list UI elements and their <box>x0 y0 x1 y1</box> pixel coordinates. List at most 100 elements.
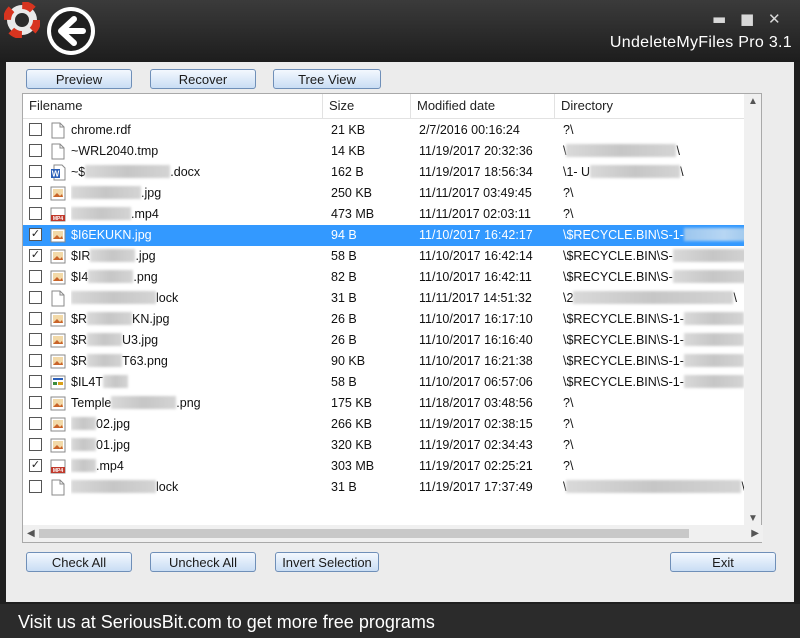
filename-text: Temple <box>71 396 112 410</box>
maximize-icon[interactable]: ■ <box>740 10 754 28</box>
image-file-icon <box>50 353 66 370</box>
horizontal-scroll-thumb[interactable] <box>39 529 689 538</box>
horizontal-scrollbar[interactable]: ◀ ▶ <box>23 525 763 542</box>
invert-selection-button[interactable]: Invert Selection <box>275 552 379 572</box>
directory-cell: \1- U \ <box>563 162 758 183</box>
scroll-up-icon[interactable]: ▲ <box>748 96 758 107</box>
image-file-icon <box>50 332 66 349</box>
table-row[interactable]: $I4 .png 82 B 11/10/2017 16:42:11 \$RECYCLE.… <box>23 267 758 288</box>
size-cell: 14 KB <box>331 144 366 158</box>
file-list[interactable]: Filename Size Modified date Directory ch… <box>22 93 763 543</box>
table-row[interactable]: 02.jpg 266 KB 11/19/2017 02:38:15 ?\ <box>23 414 758 435</box>
check-all-button[interactable]: Check All <box>26 552 132 572</box>
scroll-right-icon[interactable]: ▶ <box>751 528 759 539</box>
generic-file-icon <box>50 143 66 160</box>
directory-cell: \\ <box>563 141 758 162</box>
row-checkbox[interactable] <box>29 312 42 325</box>
table-row[interactable]: MP4 .mp4 473 MB 11/11/2017 02:03:11 ?\ <box>23 204 758 225</box>
table-row[interactable]: lock 31 B 11/11/2017 14:51:32 \2 \ <box>23 288 758 309</box>
row-checkbox[interactable] <box>29 291 42 304</box>
minimize-icon[interactable]: ▬ <box>712 10 726 28</box>
filename-cell: $R KN.jpg <box>71 309 321 330</box>
redacted-text <box>71 417 96 430</box>
redacted-text <box>86 333 122 346</box>
table-row[interactable]: ✓ $IR .jpg 58 B 11/10/2017 16:42:14 \$RECYCLE… <box>23 246 758 267</box>
redacted-text <box>683 312 744 325</box>
directory-suffix: \ <box>676 144 680 158</box>
table-row[interactable]: $R U3.jpg 26 B 11/10/2017 16:16:40 \$RECYCLE… <box>23 330 758 351</box>
uncheck-all-button[interactable]: Uncheck All <box>150 552 256 572</box>
row-checkbox[interactable] <box>29 354 42 367</box>
table-row[interactable]: .jpg 250 KB 11/11/2017 03:49:45 ?\ <box>23 183 758 204</box>
table-row[interactable]: ✓ $I6EKUKN.jpg 94 B 11/10/2017 16:42:17 \$RE… <box>23 225 758 246</box>
column-directory[interactable]: Directory <box>555 94 758 118</box>
row-checkbox[interactable] <box>29 417 42 430</box>
row-checkbox[interactable]: ✓ <box>29 228 42 241</box>
table-row[interactable]: Temple .png 175 KB 11/18/2017 03:48:56 ?\ <box>23 393 758 414</box>
exit-button[interactable]: Exit <box>670 552 776 572</box>
table-row[interactable]: ✓ MP4 .mp4 303 MB 11/19/2017 02:25:21 ?\ <box>23 456 758 477</box>
modified-date-cell: 11/19/2017 18:56:34 <box>419 165 533 179</box>
modified-date-cell: 11/11/2017 03:49:45 <box>419 186 532 200</box>
directory-text: \$RECYCLE.BIN\S-1- <box>563 228 684 242</box>
column-modified-date[interactable]: Modified date <box>411 94 555 118</box>
table-row[interactable]: $R T63.png 90 KB 11/10/2017 16:21:38 \$RECYC… <box>23 351 758 372</box>
row-checkbox[interactable] <box>29 396 42 409</box>
scroll-left-icon[interactable]: ◀ <box>27 528 35 539</box>
table-row[interactable]: $IL4T 58 B 11/10/2017 06:57:06 \$RECYCLE.BI… <box>23 372 758 393</box>
filename-suffix: U3.jpg <box>121 333 159 347</box>
svg-text:W: W <box>52 170 60 179</box>
row-checkbox[interactable] <box>29 123 42 136</box>
recover-button[interactable]: Recover <box>150 69 256 89</box>
directory-cell: \\ <box>563 477 758 498</box>
filename-text: $I6EKUKN.jpg <box>71 228 152 242</box>
tree-view-button[interactable]: Tree View <box>273 69 381 89</box>
directory-text: ?\ <box>563 438 574 452</box>
modified-date-cell: 11/10/2017 16:42:17 <box>419 228 533 242</box>
directory-text: ?\ <box>563 417 574 431</box>
directory-cell: \$RECYCLE.BIN\S-1-80 <box>563 351 758 372</box>
filename-text: $R <box>71 333 87 347</box>
image-file-icon <box>50 269 66 286</box>
row-checkbox[interactable] <box>29 375 42 388</box>
row-checkbox[interactable] <box>29 333 42 346</box>
preview-button[interactable]: Preview <box>26 69 132 89</box>
modified-date-cell: 11/19/2017 20:32:36 <box>419 144 533 158</box>
column-filename[interactable]: Filename <box>23 94 323 118</box>
row-checkbox[interactable] <box>29 480 42 493</box>
table-row[interactable]: W ~$ .docx 162 B 11/19/2017 18:56:34 \1- U \ <box>23 162 758 183</box>
redacted-text <box>111 396 177 409</box>
filename-cell: $I4 .png <box>71 267 321 288</box>
scroll-down-icon[interactable]: ▼ <box>748 513 758 524</box>
row-checkbox[interactable] <box>29 270 42 283</box>
row-checkbox[interactable] <box>29 207 42 220</box>
row-checkbox[interactable] <box>29 165 42 178</box>
exe-file-icon <box>50 374 66 391</box>
row-checkbox[interactable] <box>29 144 42 157</box>
table-row[interactable]: 01.jpg 320 KB 11/19/2017 02:34:43 ?\ <box>23 435 758 456</box>
promo-text[interactable]: Visit us at SeriousBit.com to get more f… <box>18 612 435 633</box>
filename-suffix: .mp4 <box>96 459 124 473</box>
row-checkbox[interactable]: ✓ <box>29 459 42 472</box>
modified-date-cell: 2/7/2016 00:16:24 <box>419 123 520 137</box>
row-checkbox[interactable] <box>29 186 42 199</box>
modified-date-cell: 11/10/2017 16:16:40 <box>419 333 533 347</box>
redacted-text <box>71 459 96 472</box>
table-row[interactable]: $R KN.jpg 26 B 11/10/2017 16:17:10 \$RECYCLE… <box>23 309 758 330</box>
filename-cell: 01.jpg <box>71 435 321 456</box>
table-row[interactable]: lock 31 B 11/19/2017 17:37:49 \\ <box>23 477 758 498</box>
column-size[interactable]: Size <box>323 94 411 118</box>
directory-cell: \$RECYCLE.BIN\S-80 <box>563 246 758 267</box>
directory-cell: \$RECYCLE.BIN\S-1-80 <box>563 372 758 393</box>
row-checkbox[interactable]: ✓ <box>29 249 42 262</box>
row-checkbox[interactable] <box>29 438 42 451</box>
directory-text: \$RECYCLE.BIN\S- <box>563 249 673 263</box>
redacted-text <box>683 375 744 388</box>
modified-date-cell: 11/10/2017 06:57:06 <box>419 375 533 389</box>
table-row[interactable]: ~WRL2040.tmp 14 KB 11/19/2017 20:32:36 \ \ <box>23 141 758 162</box>
back-arrow-icon[interactable] <box>44 4 98 58</box>
close-icon[interactable]: ✕ <box>768 10 781 28</box>
filename-suffix: KN.jpg <box>131 312 170 326</box>
table-row[interactable]: chrome.rdf 21 KB 2/7/2016 00:16:24 ?\ <box>23 120 758 141</box>
vertical-scrollbar[interactable]: ▲ ▼ <box>744 94 761 526</box>
